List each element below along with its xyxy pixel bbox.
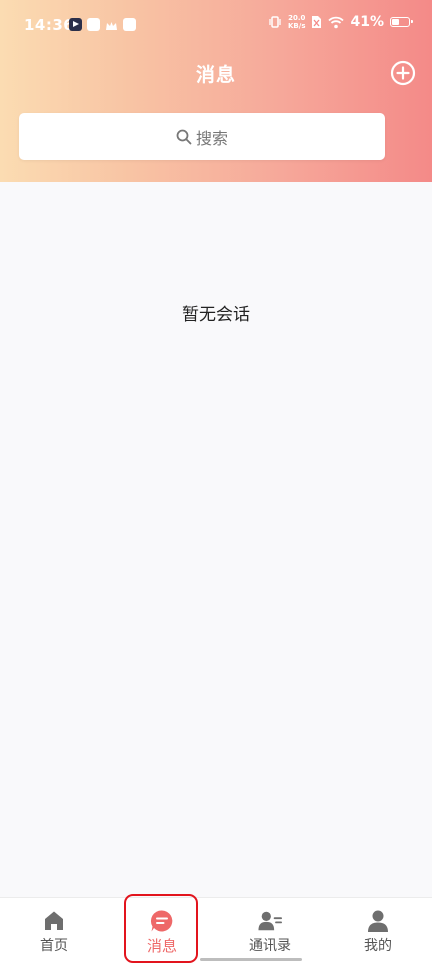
network-speed-value: 20.0 — [288, 14, 306, 22]
bottom-nav: 首页 消息 通讯录 我的 — [0, 897, 432, 964]
no-sim-icon — [312, 16, 322, 28]
home-icon — [45, 911, 63, 930]
nav-item-home[interactable]: 首页 — [0, 898, 108, 964]
contacts-icon — [258, 911, 282, 931]
notification-app-icon — [123, 18, 136, 31]
nav-item-contacts[interactable]: 通讯录 — [216, 898, 324, 964]
crown-app-icon — [105, 18, 118, 31]
video-app-icon — [69, 18, 82, 31]
status-time: 14:36 — [24, 16, 75, 34]
battery-percent: 41% — [350, 14, 384, 30]
nav-label-contacts: 通讯录 — [249, 938, 291, 954]
search-input[interactable]: 搜索 — [19, 113, 385, 160]
search-icon — [176, 129, 192, 144]
network-speed: 20.0 KB/s — [288, 14, 305, 30]
nav-item-profile[interactable]: 我的 — [324, 898, 432, 964]
status-app-icons — [69, 18, 136, 31]
mail-app-icon — [87, 18, 100, 31]
home-indicator[interactable] — [200, 958, 302, 961]
network-speed-unit: KB/s — [288, 22, 306, 30]
nav-label-profile: 我的 — [364, 938, 392, 954]
nav-label-messages: 消息 — [146, 937, 177, 955]
add-button[interactable] — [390, 60, 416, 86]
nav-item-messages[interactable]: 消息 — [108, 898, 216, 964]
screen: 14:36 20.0 KB/s 41% 消息 搜索 暂无会话 首页 消息 通讯录… — [0, 0, 432, 964]
search-placeholder: 搜索 — [195, 128, 228, 148]
profile-icon — [368, 910, 388, 932]
battery-icon — [390, 17, 413, 27]
message-icon — [150, 910, 173, 932]
empty-state-text: 暂无会话 — [182, 305, 250, 325]
status-bar: 14:36 20.0 KB/s 41% — [0, 0, 432, 50]
wifi-icon — [328, 16, 345, 28]
nav-label-home: 首页 — [40, 938, 68, 954]
status-right: 20.0 KB/s 41% — [268, 14, 413, 30]
page-title: 消息 — [195, 64, 236, 86]
vibrate-icon — [269, 16, 281, 28]
